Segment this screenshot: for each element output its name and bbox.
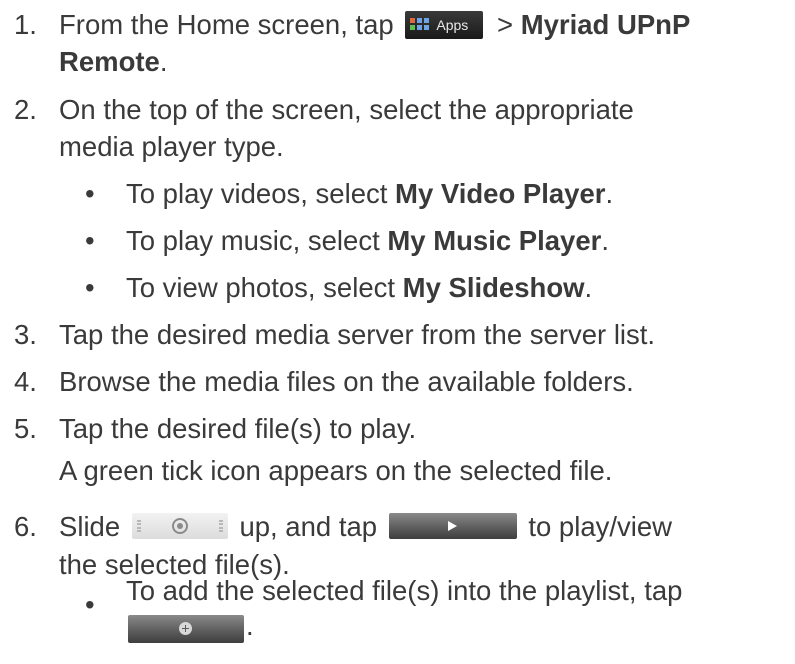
step-5-text: Tap the desired file(s) to play.: [59, 413, 417, 444]
bullet-marker: •: [85, 589, 95, 620]
step-6-text-play: to play/view: [528, 511, 673, 542]
play-icon: [447, 520, 457, 531]
step-1-text: From the Home screen, tap: [59, 9, 394, 40]
step-3-text: Tap the desired media server from the se…: [59, 319, 656, 350]
step-2-bullet-2: To play music, select My Music Player.: [126, 222, 609, 259]
step-6-text-slide: Slide: [59, 511, 121, 542]
step-2-bullet-1: To play videos, select My Video Player.: [126, 175, 613, 212]
step-2-bullet-3: To view photos, select My Slideshow.: [126, 269, 592, 306]
option-music-player: My Music Player: [387, 225, 602, 256]
bullet-period: .: [605, 178, 614, 209]
bullet-text: To view photos, select: [126, 272, 403, 303]
instruction-document: 1. From the Home screen, tap Apps > Myri…: [0, 0, 795, 664]
option-video-player: My Video Player: [395, 178, 606, 209]
step-1-app-name-cont: Remote: [59, 46, 160, 77]
step-5-note: A green tick icon appears on the selecte…: [59, 455, 613, 486]
step-1-line-1: From the Home screen, tap Apps > Myriad …: [59, 6, 690, 43]
step-4-text: Browse the media files on the available …: [59, 366, 634, 397]
add-icon: [179, 622, 192, 635]
bullet-marker: •: [85, 178, 95, 209]
bullet-marker: •: [85, 272, 95, 303]
step-2-line-1: On the top of the screen, select the app…: [59, 94, 634, 125]
apps-button-icon: Apps: [405, 10, 484, 39]
step-6-line-1: Slide up, and tap to play/view: [59, 508, 672, 545]
step-2-line-2: media player type.: [59, 131, 284, 162]
add-to-playlist-button-icon: [128, 615, 244, 643]
bullet-period: .: [601, 225, 609, 256]
step-1-line-2: Remote.: [59, 43, 168, 80]
drag-handle-slider-icon: [131, 512, 228, 539]
bullet-period: .: [584, 272, 593, 303]
option-slideshow: My Slideshow: [402, 272, 585, 303]
step-3-number: 3.: [14, 319, 37, 350]
step-1-separator: >: [497, 9, 514, 40]
step-6-bullet: To add the selected file(s) into the pla…: [126, 575, 683, 606]
step-4-number: 4.: [14, 366, 37, 397]
step-5-number: 5.: [14, 413, 37, 444]
step-2-number: 2.: [14, 94, 37, 125]
bullet-text: To play videos, select: [126, 178, 396, 209]
step-1-number: 1.: [14, 9, 37, 40]
apps-icon-label: Apps: [436, 16, 469, 33]
step-1-app-name: Myriad UPnP: [520, 9, 691, 40]
grip-left-icon: [136, 519, 141, 532]
apps-grid-icon: [410, 17, 430, 32]
grip-right-icon: [218, 519, 223, 532]
bullet-marker: •: [85, 225, 95, 256]
step-6-number: 6.: [14, 511, 37, 542]
bullet-text: To play music, select: [126, 225, 388, 256]
step-6-text-tap: up, and tap: [239, 511, 378, 542]
step-6-bullet-period: .: [246, 610, 254, 641]
play-button-icon: [388, 512, 517, 539]
slider-knob-icon: [171, 517, 188, 534]
step-1-period: .: [159, 46, 168, 77]
